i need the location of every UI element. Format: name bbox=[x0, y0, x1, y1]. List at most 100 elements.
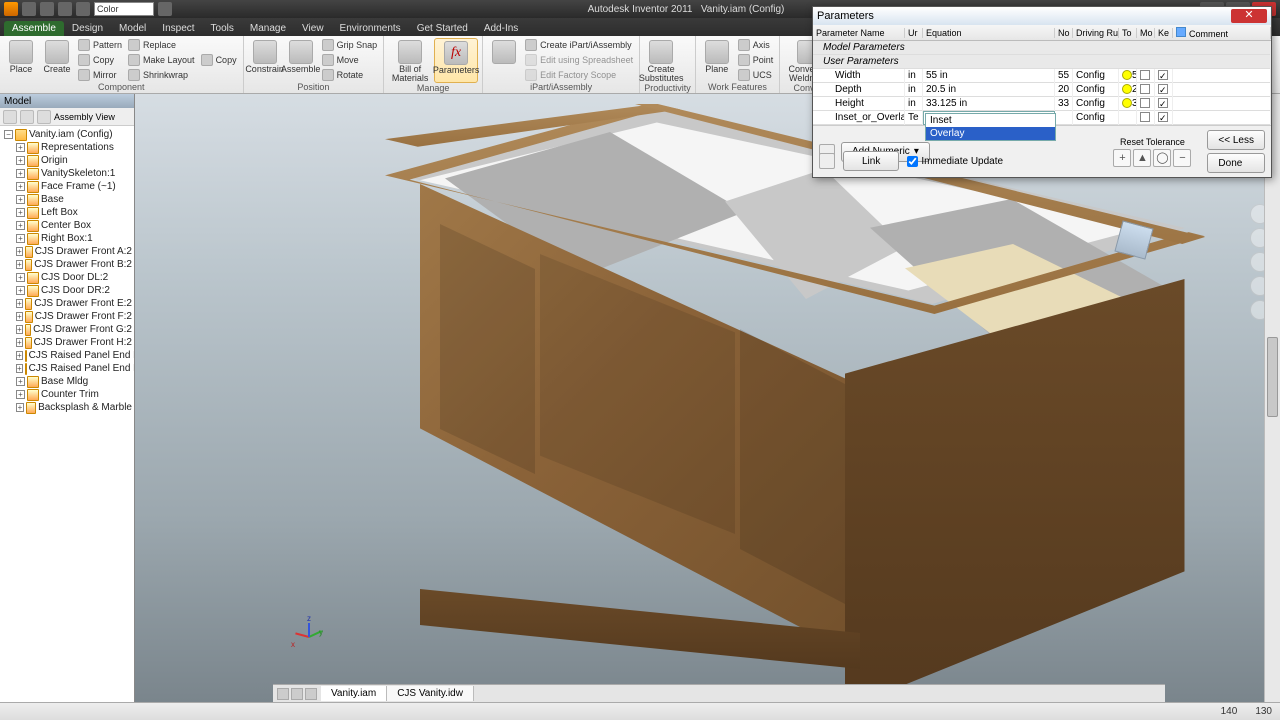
filter-icon[interactable] bbox=[3, 110, 17, 124]
tree-item[interactable]: +CJS Drawer Front H:2 bbox=[2, 336, 132, 349]
undo-icon[interactable] bbox=[40, 2, 54, 16]
param-key-chk[interactable] bbox=[1155, 83, 1173, 97]
expand-icon[interactable]: + bbox=[16, 195, 25, 204]
link-button[interactable]: Link bbox=[843, 151, 899, 171]
tree-item[interactable]: +CJS Drawer Front F:2 bbox=[2, 310, 132, 323]
dropdown-option-inset[interactable]: Inset bbox=[926, 114, 1055, 127]
param-comment[interactable] bbox=[1173, 111, 1271, 125]
param-name[interactable]: Width bbox=[813, 69, 905, 83]
tab-tools[interactable]: Tools bbox=[203, 21, 242, 36]
collapse-icon[interactable]: − bbox=[4, 130, 13, 139]
ipart-edit-button[interactable]: Edit using Spreadsheet bbox=[523, 53, 635, 67]
makelayout-button[interactable]: Make Layout bbox=[126, 53, 197, 67]
param-equation[interactable]: 55 in bbox=[923, 69, 1055, 83]
scroll-thumb[interactable] bbox=[1267, 337, 1278, 417]
col-tol[interactable]: To bbox=[1119, 28, 1137, 38]
tree-item[interactable]: +CJS Drawer Front E:2 bbox=[2, 297, 132, 310]
expand-icon[interactable]: + bbox=[16, 156, 25, 165]
param-row[interactable]: Heightin33.125 in33Config33 bbox=[813, 97, 1271, 111]
doctab-vanity[interactable]: Vanity.iam bbox=[321, 686, 387, 701]
param-rule[interactable]: Config bbox=[1073, 97, 1119, 111]
expand-icon[interactable]: + bbox=[16, 364, 23, 373]
col-unit[interactable]: Ur bbox=[905, 28, 923, 38]
expand-icon[interactable]: + bbox=[16, 143, 25, 152]
gripsnap-button[interactable]: Grip Snap bbox=[320, 38, 380, 52]
tree-item[interactable]: +Left Box bbox=[2, 206, 132, 219]
param-model-chk[interactable] bbox=[1137, 111, 1155, 125]
overlay-dropdown[interactable]: Inset Overlay bbox=[925, 113, 1056, 141]
expand-icon[interactable]: + bbox=[16, 338, 23, 347]
param-key-chk[interactable] bbox=[1155, 111, 1173, 125]
copy-button[interactable]: Copy bbox=[76, 53, 124, 67]
expand-icon[interactable]: + bbox=[16, 299, 23, 308]
tab-design[interactable]: Design bbox=[64, 21, 111, 36]
place-button[interactable]: Place bbox=[4, 38, 38, 82]
doctab-drawing[interactable]: CJS Vanity.idw bbox=[387, 686, 474, 701]
qat-more-icon[interactable] bbox=[158, 2, 172, 16]
expand-icon[interactable]: + bbox=[16, 390, 25, 399]
tol-plus-button[interactable]: + bbox=[1113, 149, 1131, 167]
param-model-chk[interactable] bbox=[1137, 69, 1155, 83]
tree-item[interactable]: +CJS Door DL:2 bbox=[2, 271, 132, 284]
app-menu-icon[interactable] bbox=[4, 2, 18, 16]
redo-icon[interactable] bbox=[58, 2, 72, 16]
tree-item[interactable]: +Base bbox=[2, 193, 132, 206]
expand-icon[interactable]: + bbox=[16, 403, 24, 412]
tree-item[interactable]: +CJS Raised Panel End Right bbox=[2, 362, 132, 375]
param-row[interactable]: Depthin20.5 in20Config20... bbox=[813, 83, 1271, 97]
ipart-create-button[interactable]: Create iPart/iAssembly bbox=[523, 38, 635, 52]
rotate-button[interactable]: Rotate bbox=[320, 68, 380, 82]
expand-icon[interactable]: + bbox=[16, 377, 25, 386]
param-comment[interactable] bbox=[1173, 83, 1271, 97]
substitutes-button[interactable]: Create Substitutes bbox=[644, 38, 678, 83]
tol-up-button[interactable]: ▲ bbox=[1133, 149, 1151, 167]
param-group-model[interactable]: Model Parameters bbox=[813, 41, 1271, 55]
doctab-prev-icon[interactable] bbox=[277, 688, 289, 700]
expand-icon[interactable]: + bbox=[16, 260, 23, 269]
model-tree[interactable]: −Vanity.iam (Config) +Representations+Or… bbox=[0, 126, 134, 702]
create-button[interactable]: Create bbox=[40, 38, 74, 82]
done-button[interactable]: Done bbox=[1207, 153, 1265, 173]
appearance-combo[interactable]: Color bbox=[94, 2, 154, 16]
param-model-chk[interactable] bbox=[1137, 97, 1155, 111]
param-equation[interactable]: 20.5 in bbox=[923, 83, 1055, 97]
tree-item[interactable]: +CJS Drawer Front B:2 bbox=[2, 258, 132, 271]
parameters-dialog[interactable]: Parameters ✕ Parameter Name Ur Equation … bbox=[812, 6, 1272, 178]
tree-item[interactable]: +Right Box:1 bbox=[2, 232, 132, 245]
tab-addins[interactable]: Add-Ins bbox=[476, 21, 526, 36]
sort-icon[interactable] bbox=[20, 110, 34, 124]
tol-minus-button[interactable]: − bbox=[1173, 149, 1191, 167]
viewport-3d[interactable]: x y z Vanity.iam CJS Vanity.idw bbox=[135, 94, 1280, 702]
tree-root[interactable]: −Vanity.iam (Config) bbox=[2, 128, 132, 141]
tab-assemble[interactable]: Assemble bbox=[4, 21, 64, 36]
tab-manage[interactable]: Manage bbox=[242, 21, 294, 36]
expand-icon[interactable]: + bbox=[16, 312, 23, 321]
immediate-update-checkbox[interactable]: Immediate Update bbox=[907, 156, 1003, 167]
tree-item[interactable]: +Face Frame (~1) bbox=[2, 180, 132, 193]
expand-icon[interactable]: + bbox=[16, 169, 25, 178]
expand-icon[interactable]: + bbox=[16, 273, 25, 282]
less-button[interactable]: << Less bbox=[1207, 130, 1265, 150]
plane-button[interactable]: Plane bbox=[700, 38, 734, 82]
print-icon[interactable] bbox=[76, 2, 90, 16]
param-name[interactable]: Depth bbox=[813, 83, 905, 97]
param-rule[interactable]: Config bbox=[1073, 111, 1119, 125]
copy2-button[interactable]: Copy bbox=[199, 53, 239, 67]
tab-model[interactable]: Model bbox=[111, 21, 154, 36]
tree-item[interactable]: +Center Box bbox=[2, 219, 132, 232]
tree-item[interactable]: +Base Mldg bbox=[2, 375, 132, 388]
ipart-scope-button[interactable]: Edit Factory Scope bbox=[523, 68, 635, 82]
axis-button[interactable]: Axis bbox=[736, 38, 776, 52]
param-comment[interactable] bbox=[1173, 97, 1271, 111]
expand-icon[interactable]: + bbox=[16, 247, 23, 256]
bom-button[interactable]: Bill of Materials bbox=[388, 38, 432, 83]
dropdown-option-overlay[interactable]: Overlay bbox=[926, 127, 1055, 140]
param-key-chk[interactable] bbox=[1155, 97, 1173, 111]
expand-icon[interactable]: + bbox=[16, 221, 25, 230]
link-icon[interactable] bbox=[819, 153, 835, 169]
col-rule[interactable]: Driving Rule bbox=[1073, 28, 1119, 38]
tree-item[interactable]: +Backsplash & Marble bbox=[2, 401, 132, 414]
immediate-update-input[interactable] bbox=[907, 156, 918, 167]
col-model[interactable]: Mo bbox=[1137, 28, 1155, 38]
tab-view[interactable]: View bbox=[294, 21, 332, 36]
